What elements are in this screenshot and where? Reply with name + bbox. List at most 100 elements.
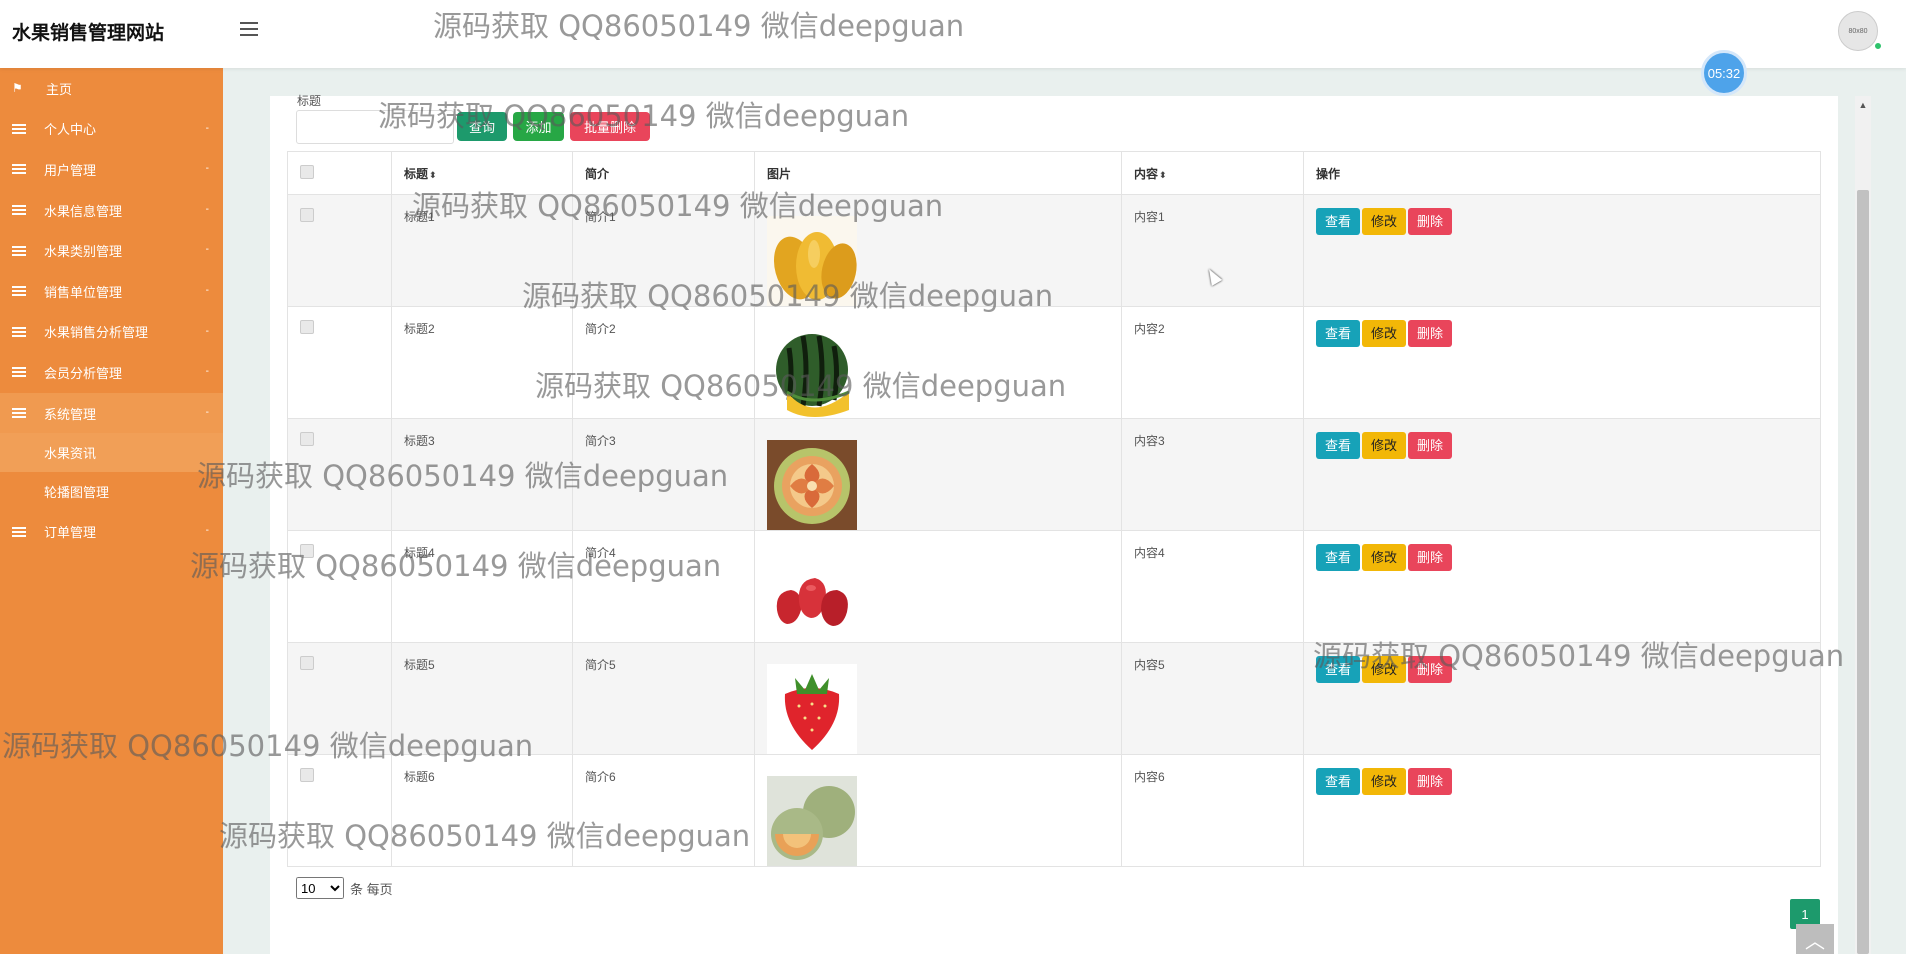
sidebar-item-system[interactable]: 系统管理 - (0, 392, 223, 434)
table-row: 标题1 简介1 内容1 查看 修改 删除 (287, 194, 1821, 307)
view-button[interactable]: 查看 (1316, 768, 1361, 795)
sidebar-item-sales-unit[interactable]: 销售单位管理 - (0, 271, 223, 312)
sidebar-subitem-fruit-news[interactable]: 水果资讯 (0, 433, 223, 473)
chevron-down-icon: - (205, 122, 209, 134)
sidebar-item-sales-analysis[interactable]: 水果销售分析管理 - (0, 312, 223, 353)
cell-content: 内容1 (1121, 194, 1304, 307)
fruit-image-mango (767, 216, 857, 306)
row-checkbox[interactable] (300, 320, 314, 334)
chevron-down-icon: - (205, 366, 209, 378)
cell-content: 内容5 (1121, 642, 1304, 755)
sidebar-item-home[interactable]: ⚑ 主页 (0, 68, 223, 109)
edit-button[interactable]: 修改 (1362, 768, 1407, 795)
sidebar-item-label: 用户管理 (44, 162, 97, 178)
sidebar-item-label: 水果销售分析管理 (44, 325, 149, 341)
search-title-input[interactable] (296, 110, 454, 144)
fruit-image-strawberry (767, 664, 857, 754)
menu-icon (12, 326, 26, 337)
cell-content: 内容4 (1121, 530, 1304, 643)
menu-icon (12, 123, 26, 134)
add-button[interactable]: 添加 (513, 112, 564, 141)
row-checkbox[interactable] (300, 208, 314, 222)
sidebar-item-member-analysis[interactable]: 会员分析管理 - (0, 352, 223, 393)
edit-button[interactable]: 修改 (1362, 208, 1407, 235)
cell-image (754, 194, 1122, 307)
menu-icon (12, 205, 26, 216)
header-content[interactable]: 内容⬍ (1121, 151, 1304, 195)
cell-image (754, 642, 1122, 755)
edit-button[interactable]: 修改 (1362, 544, 1407, 571)
batch-delete-button[interactable]: 批量删除 (570, 112, 650, 141)
chevron-down-icon: - (205, 163, 209, 175)
sidebar-subitem-carousel[interactable]: 轮播图管理 (0, 472, 223, 511)
view-button[interactable]: 查看 (1316, 320, 1361, 347)
delete-button[interactable]: 删除 (1408, 768, 1453, 795)
table-row: 标题2 简介2 内容2 查看 修改 删除 (287, 306, 1821, 419)
cell-image (754, 306, 1122, 419)
row-checkbox[interactable] (300, 768, 314, 782)
query-button[interactable]: 查询 (457, 112, 507, 141)
sidebar-item-profile[interactable]: 个人中心 - (0, 109, 223, 150)
sidebar-item-users[interactable]: 用户管理 - (0, 149, 223, 190)
cell-actions: 查看 修改 删除 (1303, 306, 1821, 419)
delete-button[interactable]: 删除 (1408, 656, 1453, 683)
edit-button[interactable]: 修改 (1362, 656, 1407, 683)
edit-button[interactable]: 修改 (1362, 320, 1407, 347)
sidebar-item-label: 系统管理 (44, 406, 97, 422)
edit-button[interactable]: 修改 (1362, 432, 1407, 459)
header-title[interactable]: 标题⬍ (391, 151, 573, 195)
chevron-down-icon: - (205, 325, 209, 337)
menu-toggle-icon[interactable] (240, 22, 258, 36)
cell-image (754, 754, 1122, 867)
select-all-checkbox[interactable] (300, 164, 314, 179)
view-button[interactable]: 查看 (1316, 432, 1361, 459)
view-button[interactable]: 查看 (1316, 544, 1361, 571)
row-checkbox[interactable] (300, 544, 314, 558)
cell-actions: 查看 修改 删除 (1303, 754, 1821, 867)
header-image: 图片 (754, 151, 1122, 195)
scroll-up-icon[interactable]: ▲ (1855, 96, 1871, 114)
flag-icon: ⚑ (12, 81, 23, 96)
cell-image (754, 418, 1122, 531)
header-actions: 操作 (1303, 151, 1821, 195)
fruit-image-carved-melon (767, 440, 857, 530)
menu-icon (12, 367, 26, 378)
page-size-select[interactable]: 10 (296, 877, 344, 899)
cell-intro: 简介3 (572, 418, 755, 531)
delete-button[interactable]: 删除 (1408, 432, 1453, 459)
sidebar-item-orders[interactable]: 订单管理 - (0, 511, 223, 552)
sidebar-item-label: 水果信息管理 (44, 203, 123, 219)
page-size-suffix: 条 每页 (350, 881, 393, 897)
cell-intro: 简介2 (572, 306, 755, 419)
scrollbar-thumb[interactable] (1857, 190, 1869, 954)
sidebar: ⚑ 主页 个人中心 - 用户管理 - 水果信息管理 - 水果类别管理 - 销售单… (0, 68, 223, 954)
cell-title: 标题4 (391, 530, 573, 643)
cell-intro: 简介4 (572, 530, 755, 643)
delete-button[interactable]: 删除 (1408, 544, 1453, 571)
fruit-image-watermelon (767, 328, 857, 418)
back-to-top-icon[interactable]: ︿ (1796, 924, 1834, 954)
delete-button[interactable]: 删除 (1408, 208, 1453, 235)
row-checkbox[interactable] (300, 656, 314, 670)
sidebar-item-label: 主页 (46, 81, 73, 97)
view-button[interactable]: 查看 (1316, 656, 1361, 683)
menu-icon (12, 526, 26, 537)
avatar[interactable]: 80x80 (1838, 11, 1878, 51)
cell-content: 内容2 (1121, 306, 1304, 419)
table-row: 标题4 简介4 内容4 查看 修改 删除 (287, 530, 1821, 643)
sidebar-item-label: 销售单位管理 (44, 284, 123, 300)
sidebar-item-label: 个人中心 (44, 122, 97, 138)
cell-actions: 查看 修改 删除 (1303, 530, 1821, 643)
cell-intro: 简介6 (572, 754, 755, 867)
cell-intro: 简介1 (572, 194, 755, 307)
sidebar-item-fruit-category[interactable]: 水果类别管理 - (0, 230, 223, 271)
menu-icon (12, 286, 26, 297)
sidebar-item-fruit-info[interactable]: 水果信息管理 - (0, 190, 223, 231)
view-button[interactable]: 查看 (1316, 208, 1361, 235)
fruit-image-cantaloupe (767, 776, 857, 866)
cell-title: 标题6 (391, 754, 573, 867)
menu-icon (12, 164, 26, 175)
row-checkbox[interactable] (300, 432, 314, 446)
delete-button[interactable]: 删除 (1408, 320, 1453, 347)
header-intro: 简介 (572, 151, 755, 195)
